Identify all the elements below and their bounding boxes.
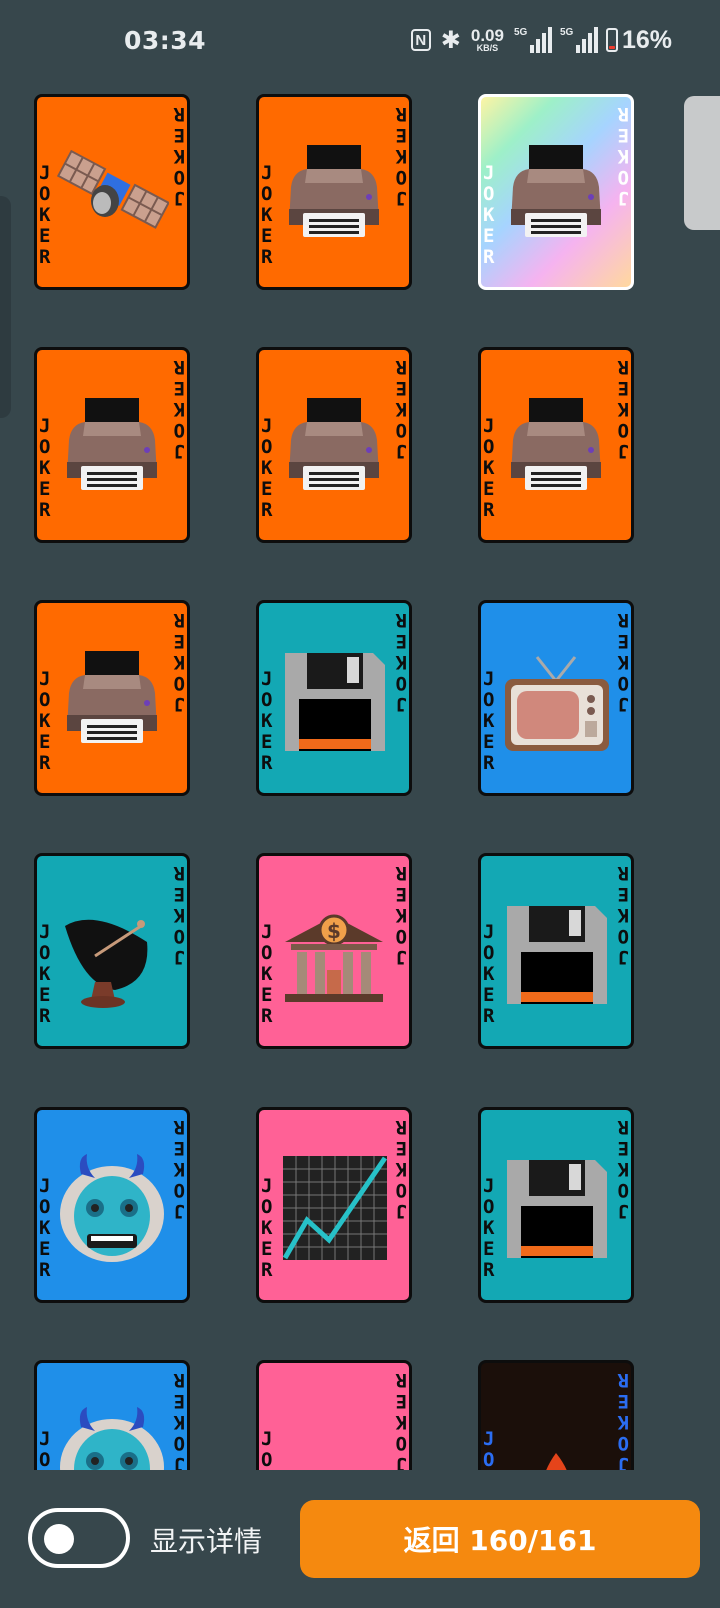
printer-icon bbox=[55, 380, 169, 510]
card-label-rotated: J O K E R bbox=[173, 103, 185, 209]
card-label: J O K E R bbox=[39, 162, 51, 268]
joker-card[interactable]: J O K E RJ O K E R bbox=[478, 347, 634, 543]
card-label-rotated: J O K E R bbox=[617, 103, 629, 209]
card-label: J O K E R bbox=[483, 1428, 495, 1471]
card-label: J O K E R bbox=[261, 1175, 273, 1281]
card-label-rotated: J O K E R bbox=[617, 862, 629, 968]
joker-card[interactable]: J O K E RJ O K E R bbox=[34, 1360, 190, 1470]
show-details-label: 显示详情 bbox=[150, 1525, 263, 1558]
card-label-rotated: J O K E R bbox=[173, 862, 185, 968]
card-label-rotated: J O K E R bbox=[395, 609, 407, 715]
printer-icon bbox=[499, 127, 613, 257]
card-label-rotated: J O K E R bbox=[395, 1116, 407, 1222]
joker-card[interactable]: J O K E RJ O K E R bbox=[34, 600, 190, 796]
card-label: J O K E R bbox=[261, 921, 273, 1027]
joker-card[interactable]: J O K E RJ O K E R bbox=[256, 1360, 412, 1470]
card-label-rotated: J O K E R bbox=[173, 1369, 185, 1470]
television-icon bbox=[499, 633, 613, 763]
joker-card[interactable]: J O K E RJ O K E R bbox=[34, 1107, 190, 1303]
joker-card[interactable]: J O K E RJ O K E R bbox=[478, 853, 634, 1049]
card-label-rotated: J O K E R bbox=[395, 862, 407, 968]
satellite-dish-icon bbox=[55, 886, 169, 1016]
card-label: J O K E R bbox=[39, 415, 51, 521]
floppy-disk-icon bbox=[499, 1140, 613, 1270]
printer-icon bbox=[499, 380, 613, 510]
joker-card[interactable]: J O K E RJ O K E R bbox=[256, 94, 412, 290]
card-label: J O K E R bbox=[261, 1428, 273, 1471]
printer-icon bbox=[55, 633, 169, 763]
ogre-mask-icon bbox=[55, 1393, 169, 1470]
joker-card[interactable]: J O K E RJ O K E R bbox=[256, 600, 412, 796]
joker-card[interactable]: J O K E RJ O K E R bbox=[34, 94, 190, 290]
printer-icon bbox=[277, 380, 391, 510]
card-label-rotated: J O K E R bbox=[617, 356, 629, 462]
card-label-rotated: J O K E R bbox=[395, 103, 407, 209]
joker-card[interactable]: J O K E RJ O K E R bbox=[478, 1360, 634, 1470]
card-label: J O K E R bbox=[39, 1428, 51, 1471]
card-label-rotated: J O K E R bbox=[173, 609, 185, 715]
card-label: J O K E R bbox=[261, 162, 273, 268]
card-grid: J O K E R J O K E R J O K E R J O K E R J … bbox=[0, 0, 720, 1470]
bottom-bar: 显示详情 返回 160/161 bbox=[0, 1470, 720, 1608]
joker-card[interactable]: J O K E RJ O K E R bbox=[478, 94, 634, 290]
joker-card[interactable]: $ J O K E R J O K E R bbox=[256, 853, 412, 1049]
back-button[interactable]: 返回 160/161 bbox=[300, 1500, 700, 1578]
joker-card[interactable]: J O K E RJ O K E R bbox=[478, 600, 634, 796]
card-label: J O K E R bbox=[261, 668, 273, 774]
show-details-toggle[interactable] bbox=[28, 1508, 130, 1568]
scrollbar-thumb[interactable] bbox=[684, 96, 720, 230]
toggle-knob bbox=[44, 1524, 74, 1554]
card-label: J O K E R bbox=[39, 668, 51, 774]
card-label: J O K E R bbox=[483, 668, 495, 774]
card-label: J O K E R bbox=[483, 921, 495, 1027]
egg-icon bbox=[277, 1393, 391, 1470]
card-label: J O K E R bbox=[483, 162, 495, 268]
joker-card[interactable]: J O K E RJ O K E R bbox=[256, 347, 412, 543]
chart-increasing-icon bbox=[277, 1140, 391, 1270]
joker-card[interactable]: J O K E RJ O K E R bbox=[256, 1107, 412, 1303]
card-label-rotated: J O K E R bbox=[173, 1116, 185, 1222]
card-label-rotated: J O K E R bbox=[395, 356, 407, 462]
card-label-rotated: J O K E R bbox=[395, 1369, 407, 1470]
floppy-disk-icon bbox=[499, 886, 613, 1016]
joker-card[interactable]: J O K E RJ O K E R bbox=[34, 347, 190, 543]
printer-icon bbox=[277, 127, 391, 257]
bank-icon: $ bbox=[277, 886, 391, 1016]
card-label: J O K E R bbox=[483, 1175, 495, 1281]
joker-card[interactable]: J O K E RJ O K E R bbox=[34, 853, 190, 1049]
card-label-rotated: J O K E R bbox=[617, 1369, 629, 1470]
card-label: J O K E R bbox=[483, 415, 495, 521]
floppy-disk-icon bbox=[277, 633, 391, 763]
fire-icon bbox=[499, 1393, 613, 1470]
card-label: J O K E R bbox=[39, 921, 51, 1027]
card-label: J O K E R bbox=[261, 415, 273, 521]
satellite-icon bbox=[55, 127, 170, 257]
card-label-rotated: J O K E R bbox=[617, 609, 629, 715]
svg-text:$: $ bbox=[327, 919, 341, 943]
ogre-mask-icon bbox=[55, 1140, 169, 1270]
card-label: J O K E R bbox=[39, 1175, 51, 1281]
card-label-rotated: J O K E R bbox=[173, 356, 185, 462]
joker-card[interactable]: J O K E RJ O K E R bbox=[478, 1107, 634, 1303]
card-label-rotated: J O K E R bbox=[617, 1116, 629, 1222]
